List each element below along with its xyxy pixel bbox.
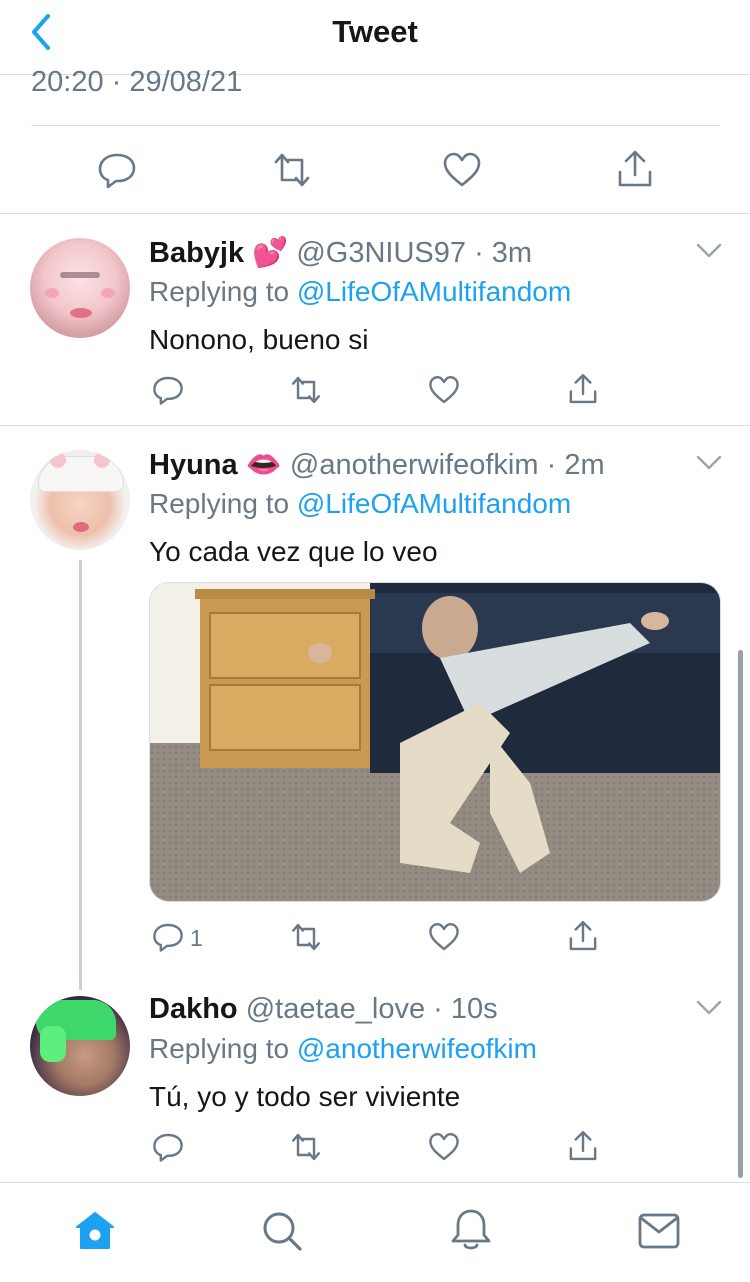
dot-separator: ·	[466, 237, 492, 269]
reply-text: Tú, yo y todo ser viviente	[149, 1081, 461, 1112]
replying-to: Replying to @LifeOfAMultifandom	[149, 488, 571, 520]
page-title: Tweet	[332, 14, 418, 49]
author-name[interactable]: Dakho @taetae_love · 10s	[149, 993, 498, 1026]
media-illustration	[150, 583, 720, 901]
retweet-icon[interactable]	[270, 150, 314, 190]
heart-icon[interactable]	[428, 1131, 460, 1163]
author-handle: @anotherwifeofkim	[289, 449, 539, 481]
divider	[0, 213, 750, 214]
display-name: Babyjk	[149, 237, 245, 269]
dot-separator: ·	[425, 993, 451, 1025]
author-name[interactable]: Babyjk 💕 @G3NIUS97 · 3m	[149, 236, 532, 270]
name-emoji: 💕	[252, 237, 289, 269]
avatar-babyjk[interactable]	[30, 238, 130, 338]
tweet-timestamp: 20:20 · 29/08/21	[31, 66, 243, 98]
retweet-icon[interactable]	[288, 921, 324, 953]
share-icon[interactable]	[566, 919, 600, 953]
thread-line	[79, 560, 82, 990]
comment-icon[interactable]	[152, 374, 184, 406]
reply-time: 2m	[564, 449, 605, 481]
replying-prefix: Replying to	[149, 488, 297, 519]
divider	[0, 425, 750, 426]
chevron-down-icon[interactable]	[696, 243, 722, 259]
comment-icon[interactable]	[97, 150, 137, 190]
top-bar: Tweet	[0, 0, 750, 75]
author-handle: @taetae_love	[245, 993, 426, 1025]
mention-link[interactable]: @LifeOfAMultifandom	[297, 488, 571, 519]
author-handle: @G3NIUS97	[296, 237, 467, 269]
share-icon[interactable]	[614, 148, 656, 190]
reply-media-image[interactable]	[149, 582, 721, 902]
author-name[interactable]: Hyuna 👄 @anotherwifeofkim · 2m	[149, 448, 605, 482]
search-icon[interactable]	[261, 1210, 303, 1252]
avatar-dakho[interactable]	[30, 996, 130, 1096]
comment-icon[interactable]	[152, 1131, 184, 1163]
scrollbar[interactable]	[738, 650, 743, 1178]
mention-link[interactable]: @LifeOfAMultifandom	[297, 276, 571, 307]
mention-link[interactable]: @anotherwifeofkim	[297, 1033, 537, 1064]
chevron-down-icon[interactable]	[696, 455, 722, 471]
chevron-down-icon[interactable]	[696, 1000, 722, 1016]
heart-icon[interactable]	[442, 150, 482, 190]
retweet-icon[interactable]	[288, 1131, 324, 1163]
replying-prefix: Replying to	[149, 276, 297, 307]
bottom-tab-bar	[0, 1182, 750, 1282]
replying-prefix: Replying to	[149, 1033, 297, 1064]
divider	[31, 125, 720, 126]
reply-text: Nonono, bueno si	[149, 324, 369, 355]
comment-icon[interactable]	[152, 921, 184, 953]
replying-to: Replying to @LifeOfAMultifandom	[149, 276, 571, 308]
display-name: Hyuna	[149, 449, 238, 481]
retweet-icon[interactable]	[288, 374, 324, 406]
home-icon[interactable]	[74, 1210, 116, 1252]
reply-text: Yo cada vez que lo veo	[149, 536, 438, 567]
reply-time: 10s	[450, 993, 498, 1025]
replying-to: Replying to @anotherwifeofkim	[149, 1033, 537, 1065]
share-icon[interactable]	[566, 372, 600, 406]
notifications-icon[interactable]	[450, 1207, 492, 1253]
messages-icon[interactable]	[637, 1212, 681, 1250]
reply-time: 3m	[491, 237, 533, 269]
heart-icon[interactable]	[428, 921, 460, 953]
heart-icon[interactable]	[428, 374, 460, 406]
name-emoji: 👄	[245, 449, 282, 481]
display-name: Dakho	[149, 993, 238, 1025]
reply-count: 1	[190, 925, 203, 951]
share-icon[interactable]	[566, 1129, 600, 1163]
dot-separator: ·	[538, 449, 565, 481]
avatar-hyuna[interactable]	[30, 450, 130, 550]
